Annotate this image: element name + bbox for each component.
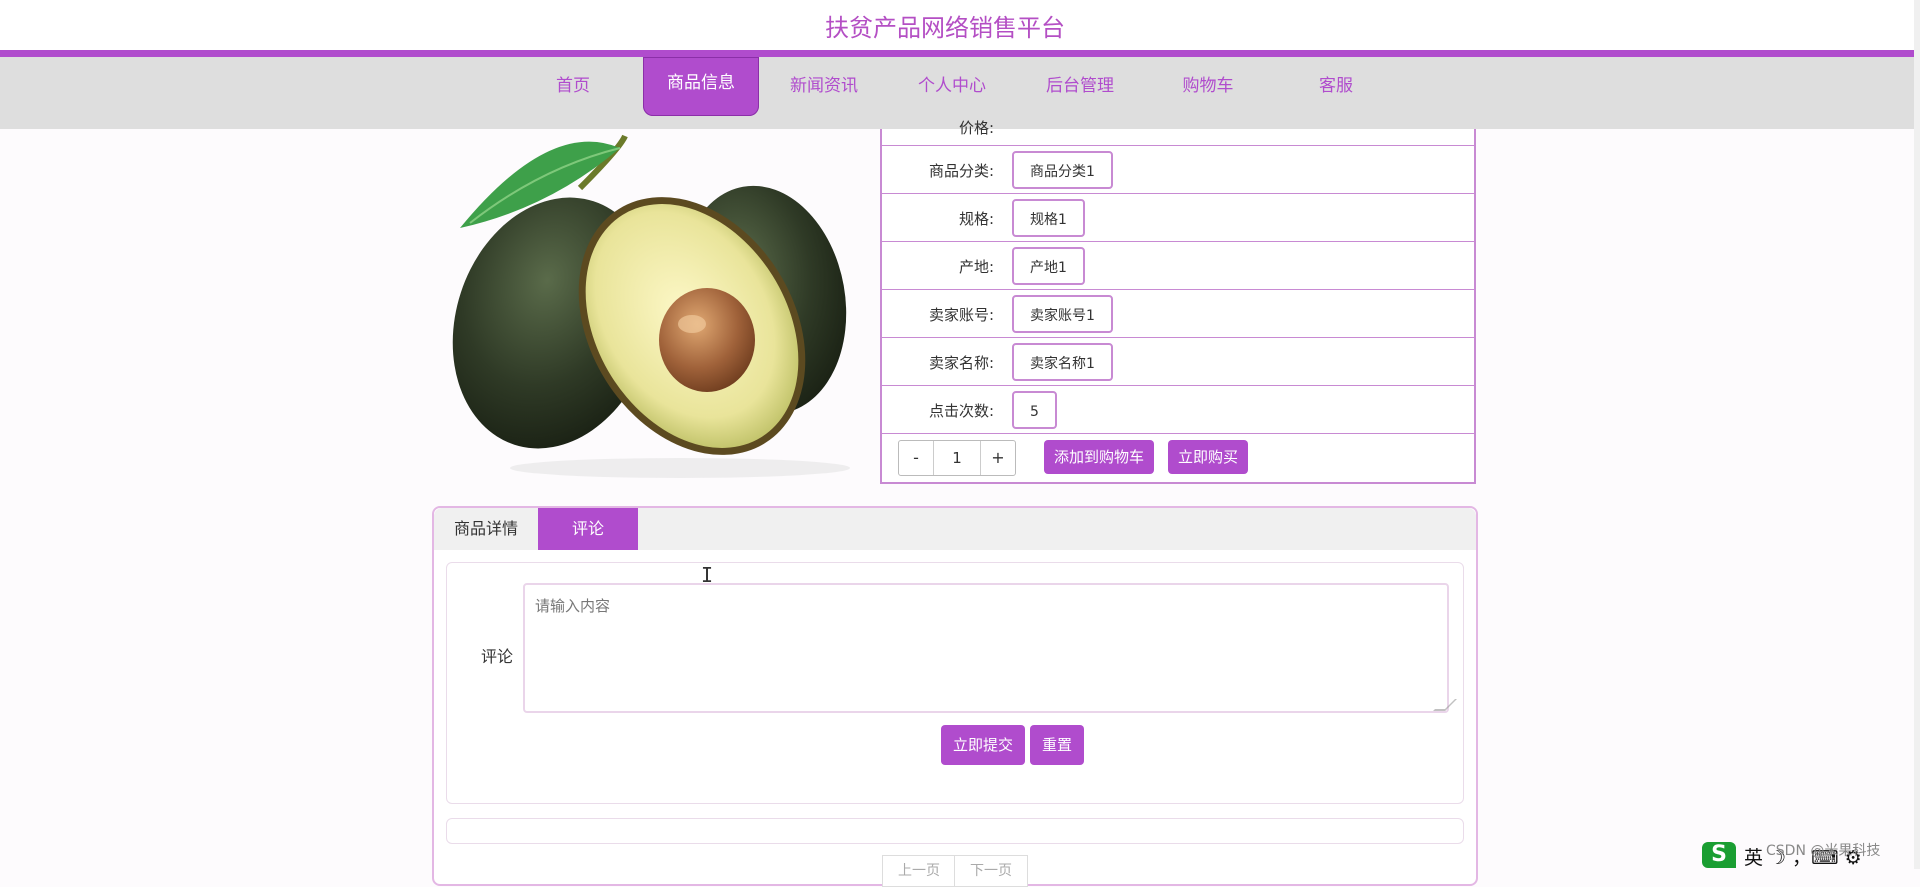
reset-button[interactable]: 重置 <box>1030 725 1085 765</box>
nav-home[interactable]: 首页 <box>518 71 628 96</box>
info-label: 卖家名称: <box>928 354 994 372</box>
tab-comment[interactable]: 评论 <box>538 508 638 550</box>
info-label: 商品分类: <box>928 162 994 180</box>
nav-products[interactable]: 商品信息 <box>643 57 759 116</box>
text-cursor-icon: I <box>701 563 714 587</box>
info-label: 卖家账号: <box>928 306 994 324</box>
info-value: 规格1 <box>1012 199 1085 237</box>
scrollbar[interactable] <box>1914 0 1920 869</box>
info-row-actions: - 1 + 添加到购物车 立即购买 <box>882 433 1474 481</box>
info-row-seller-account: 卖家账号: 卖家账号1 <box>882 289 1474 338</box>
quantity-increment-button[interactable]: + <box>981 441 1015 475</box>
product-image <box>452 134 850 478</box>
submit-comment-button[interactable]: 立即提交 <box>941 725 1026 765</box>
info-row-seller-name: 卖家名称: 卖家名称1 <box>882 337 1474 386</box>
tab-bar: 商品详情 评论 <box>434 508 1476 550</box>
tab-product-detail[interactable]: 商品详情 <box>434 508 538 550</box>
nav-admin[interactable]: 后台管理 <box>1025 71 1135 96</box>
nav-news[interactable]: 新闻资讯 <box>769 71 879 96</box>
info-label: 规格: <box>958 210 994 228</box>
comment-label: 评论 <box>481 647 514 666</box>
top-header: 扶贫产品网络销售平台 <box>0 0 1914 50</box>
info-label: 价格: <box>958 119 994 137</box>
accent-divider <box>0 50 1914 57</box>
comment-form: 评论 请输入内容 立即提交 重置 <box>446 562 1464 804</box>
nav-profile[interactable]: 个人中心 <box>897 71 1007 96</box>
watermark: CSDN @米果科技 <box>1766 843 1881 859</box>
comment-textarea[interactable]: 请输入内容 <box>523 583 1449 713</box>
quantity-input[interactable]: 1 <box>933 441 981 475</box>
add-to-cart-button[interactable]: 添加到购物车 <box>1044 440 1155 474</box>
comment-list <box>446 818 1464 844</box>
quantity-decrement-button[interactable]: - <box>899 441 933 475</box>
info-value: 卖家名称1 <box>1012 343 1113 381</box>
nav-cart[interactable]: 购物车 <box>1153 71 1263 96</box>
next-page-button[interactable]: 下一页 <box>954 855 1028 887</box>
info-row-spec: 规格: 规格1 <box>882 193 1474 242</box>
info-label: 产地: <box>958 258 994 276</box>
site-title: 扶贫产品网络销售平台 <box>825 14 1065 42</box>
info-row-clicks: 点击次数: 5 <box>882 385 1474 434</box>
ime-logo-icon[interactable]: S <box>1702 842 1736 868</box>
info-value: 商品分类1 <box>1012 151 1113 189</box>
nav-service[interactable]: 客服 <box>1281 71 1391 96</box>
product-info-table: 价格: 商品分类: 商品分类1 规格: 规格1 产地: 产地1 卖家账号: 卖家… <box>880 119 1476 484</box>
info-label: 点击次数: <box>928 402 994 420</box>
info-row-price: 价格: <box>882 97 1474 145</box>
product-tabs-panel: 商品详情 评论 评论 请输入内容 立即提交 重置 上一页 下一页 <box>432 506 1478 887</box>
prev-page-button[interactable]: 上一页 <box>882 855 956 887</box>
info-value: 产地1 <box>1012 247 1085 285</box>
info-value: 卖家账号1 <box>1012 295 1113 333</box>
info-value: 5 <box>1012 391 1057 429</box>
info-row-origin: 产地: 产地1 <box>882 241 1474 290</box>
buy-now-button[interactable]: 立即购买 <box>1168 440 1249 474</box>
quantity-stepper: - 1 + <box>898 440 1016 476</box>
info-row-category: 商品分类: 商品分类1 <box>882 145 1474 194</box>
